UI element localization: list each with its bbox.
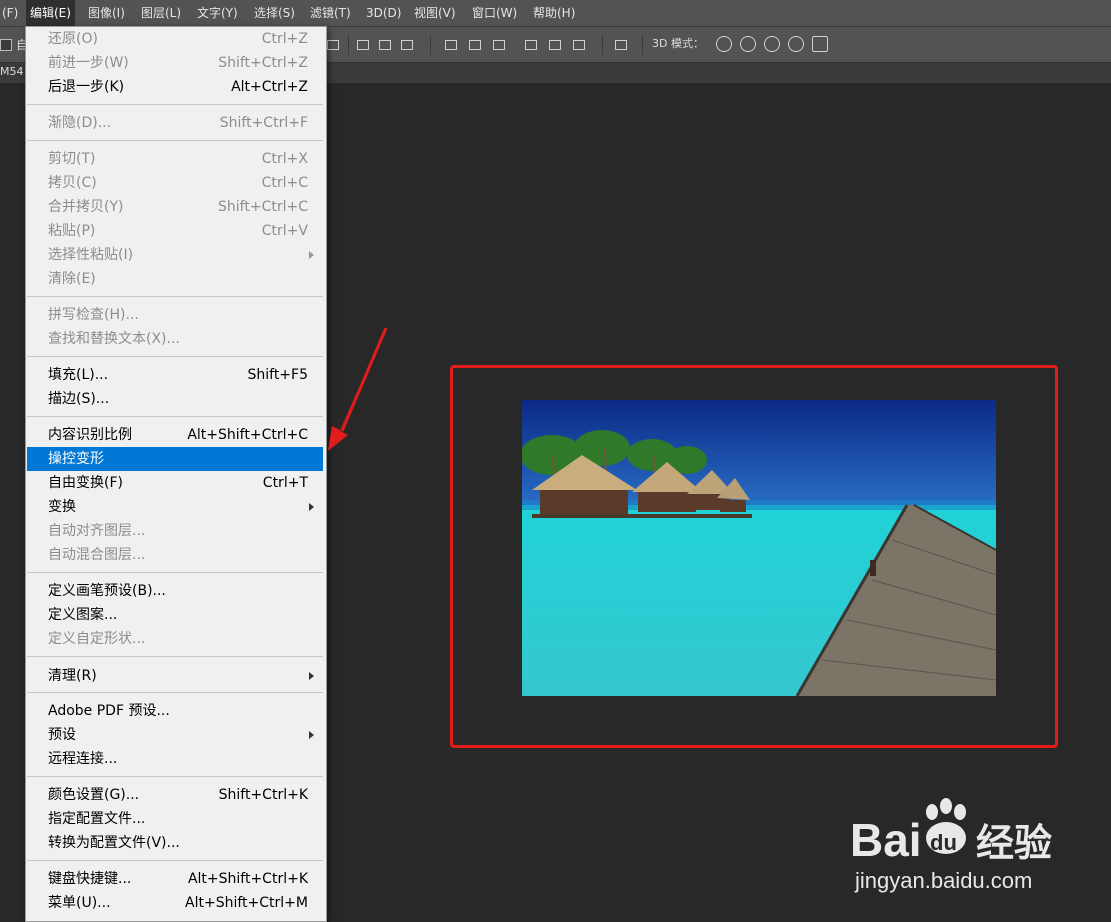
baidu-watermark-logo: Bai du 经验 bbox=[850, 798, 1052, 866]
menu-item-puppet-warp[interactable]: 操控变形 bbox=[27, 447, 323, 471]
menu-item-define-pattern[interactable]: 定义图案... bbox=[27, 603, 323, 627]
menu-item-pdf-presets[interactable]: Adobe PDF 预设... bbox=[27, 699, 323, 723]
menu-view[interactable]: 视图(V) bbox=[410, 0, 460, 26]
menu-layer[interactable]: 图层(L) bbox=[137, 0, 185, 26]
menu-item-purge[interactable]: 清理(R) bbox=[27, 664, 323, 688]
separator bbox=[430, 35, 431, 55]
submenu-arrow-icon bbox=[309, 731, 314, 739]
menu-item-step-forward[interactable]: 前进一步(W) Shift+Ctrl+Z bbox=[27, 51, 323, 75]
menu-bar: (F) 编辑(E) 图像(I) 图层(L) 文字(Y) 选择(S) 滤镜(T) … bbox=[0, 0, 1111, 27]
menu-item-auto-blend-layers[interactable]: 自动混合图层... bbox=[27, 543, 323, 567]
menu-item-define-shape[interactable]: 定义自定形状... bbox=[27, 627, 323, 651]
menu-item-cut[interactable]: 剪切(T) Ctrl+X bbox=[27, 147, 323, 171]
document-tab[interactable]: M54 bbox=[0, 65, 24, 78]
distribute-top-icon[interactable] bbox=[444, 37, 458, 51]
menu-separator bbox=[27, 140, 323, 141]
3d-slide-icon[interactable] bbox=[788, 36, 804, 52]
submenu-arrow-icon bbox=[309, 503, 314, 511]
align-center-icon[interactable] bbox=[378, 37, 392, 51]
menu-item-remote-connections[interactable]: 远程连接... bbox=[27, 747, 323, 771]
auto-align-icon[interactable] bbox=[614, 37, 628, 51]
menu-item-fill[interactable]: 填充(L)... Shift+F5 bbox=[27, 363, 323, 387]
menu-item-define-brush[interactable]: 定义画笔预设(B)... bbox=[27, 579, 323, 603]
menu-3d[interactable]: 3D(D) bbox=[362, 0, 405, 26]
menu-item-menus[interactable]: 菜单(U)... Alt+Shift+Ctrl+M bbox=[27, 891, 323, 915]
menu-item-color-settings[interactable]: 颜色设置(G)... Shift+Ctrl+K bbox=[27, 783, 323, 807]
separator bbox=[642, 35, 643, 55]
menu-image[interactable]: 图像(I) bbox=[84, 0, 129, 26]
menu-separator bbox=[27, 416, 323, 417]
menu-item-clear[interactable]: 清除(E) bbox=[27, 267, 323, 291]
3d-pan-icon[interactable] bbox=[764, 36, 780, 52]
menu-separator bbox=[27, 104, 323, 105]
3d-scale-icon[interactable] bbox=[812, 36, 828, 52]
menu-item-convert-profile[interactable]: 转换为配置文件(V)... bbox=[27, 831, 323, 855]
separator bbox=[348, 35, 349, 55]
distribute-right-icon[interactable] bbox=[572, 37, 586, 51]
menu-item-paste-special[interactable]: 选择性粘贴(I) bbox=[27, 243, 323, 267]
distribute-center-icon[interactable] bbox=[548, 37, 562, 51]
svg-text:Bai: Bai bbox=[850, 814, 922, 866]
distribute-bottom-icon[interactable] bbox=[492, 37, 506, 51]
menu-separator bbox=[27, 356, 323, 357]
menu-file[interactable]: (F) bbox=[0, 0, 22, 26]
menu-window[interactable]: 窗口(W) bbox=[468, 0, 521, 26]
3d-rotate-icon[interactable] bbox=[716, 36, 732, 52]
submenu-arrow-icon bbox=[309, 672, 314, 680]
menu-item-spell-check[interactable]: 拼写检查(H)... bbox=[27, 303, 323, 327]
menu-item-free-transform[interactable]: 自由变换(F) Ctrl+T bbox=[27, 471, 323, 495]
menu-separator bbox=[27, 776, 323, 777]
menu-item-content-aware-scale[interactable]: 内容识别比例 Alt+Shift+Ctrl+C bbox=[27, 423, 323, 447]
menu-separator bbox=[27, 296, 323, 297]
menu-type[interactable]: 文字(Y) bbox=[193, 0, 242, 26]
menu-item-undo[interactable]: 还原(O) Ctrl+Z bbox=[27, 27, 323, 51]
mode-3d-label: 3D 模式： bbox=[652, 37, 704, 50]
menu-item-presets[interactable]: 预设 bbox=[27, 723, 323, 747]
menu-item-copy-merged[interactable]: 合并拷贝(Y) Shift+Ctrl+C bbox=[27, 195, 323, 219]
menu-separator bbox=[27, 656, 323, 657]
menu-item-find-replace[interactable]: 查找和替换文本(X)... bbox=[27, 327, 323, 351]
menu-item-copy[interactable]: 拷贝(C) Ctrl+C bbox=[27, 171, 323, 195]
watermark-url: jingyan.baidu.com bbox=[855, 868, 1033, 893]
submenu-arrow-icon bbox=[309, 251, 314, 259]
menu-item-keyboard-shortcuts[interactable]: 键盘快捷键... Alt+Shift+Ctrl+K bbox=[27, 867, 323, 891]
red-arrow-annotation bbox=[328, 327, 388, 451]
3d-roll-icon[interactable] bbox=[740, 36, 756, 52]
menu-help[interactable]: 帮助(H) bbox=[529, 0, 579, 26]
menu-item-assign-profile[interactable]: 指定配置文件... bbox=[27, 807, 323, 831]
svg-text:du: du bbox=[930, 830, 957, 855]
align-left-icon[interactable] bbox=[356, 37, 370, 51]
menu-separator bbox=[27, 692, 323, 693]
menu-item-transform[interactable]: 变换 bbox=[27, 495, 323, 519]
distribute-left-icon[interactable] bbox=[524, 37, 538, 51]
edit-menu-dropdown: 还原(O) Ctrl+Z 前进一步(W) Shift+Ctrl+Z 后退一步(K… bbox=[25, 26, 327, 922]
menu-filter[interactable]: 滤镜(T) bbox=[306, 0, 355, 26]
menu-separator bbox=[27, 572, 323, 573]
menu-item-stroke[interactable]: 描边(S)... bbox=[27, 387, 323, 411]
align-icon[interactable] bbox=[326, 37, 340, 51]
menu-item-paste[interactable]: 粘贴(P) Ctrl+V bbox=[27, 219, 323, 243]
menu-select[interactable]: 选择(S) bbox=[250, 0, 299, 26]
canvas-photo[interactable] bbox=[522, 400, 996, 696]
separator bbox=[602, 35, 603, 55]
menu-item-step-backward[interactable]: 后退一步(K) Alt+Ctrl+Z bbox=[27, 75, 323, 99]
distribute-middle-icon[interactable] bbox=[468, 37, 482, 51]
menu-item-auto-align-layers[interactable]: 自动对齐图层... bbox=[27, 519, 323, 543]
menu-separator bbox=[27, 860, 323, 861]
svg-text:经验: 经验 bbox=[976, 821, 1052, 865]
auto-select-checkbox[interactable] bbox=[0, 39, 12, 51]
menu-item-fade[interactable]: 渐隐(D)... Shift+Ctrl+F bbox=[27, 111, 323, 135]
align-right-icon[interactable] bbox=[400, 37, 414, 51]
menu-edit[interactable]: 编辑(E) bbox=[26, 0, 75, 26]
